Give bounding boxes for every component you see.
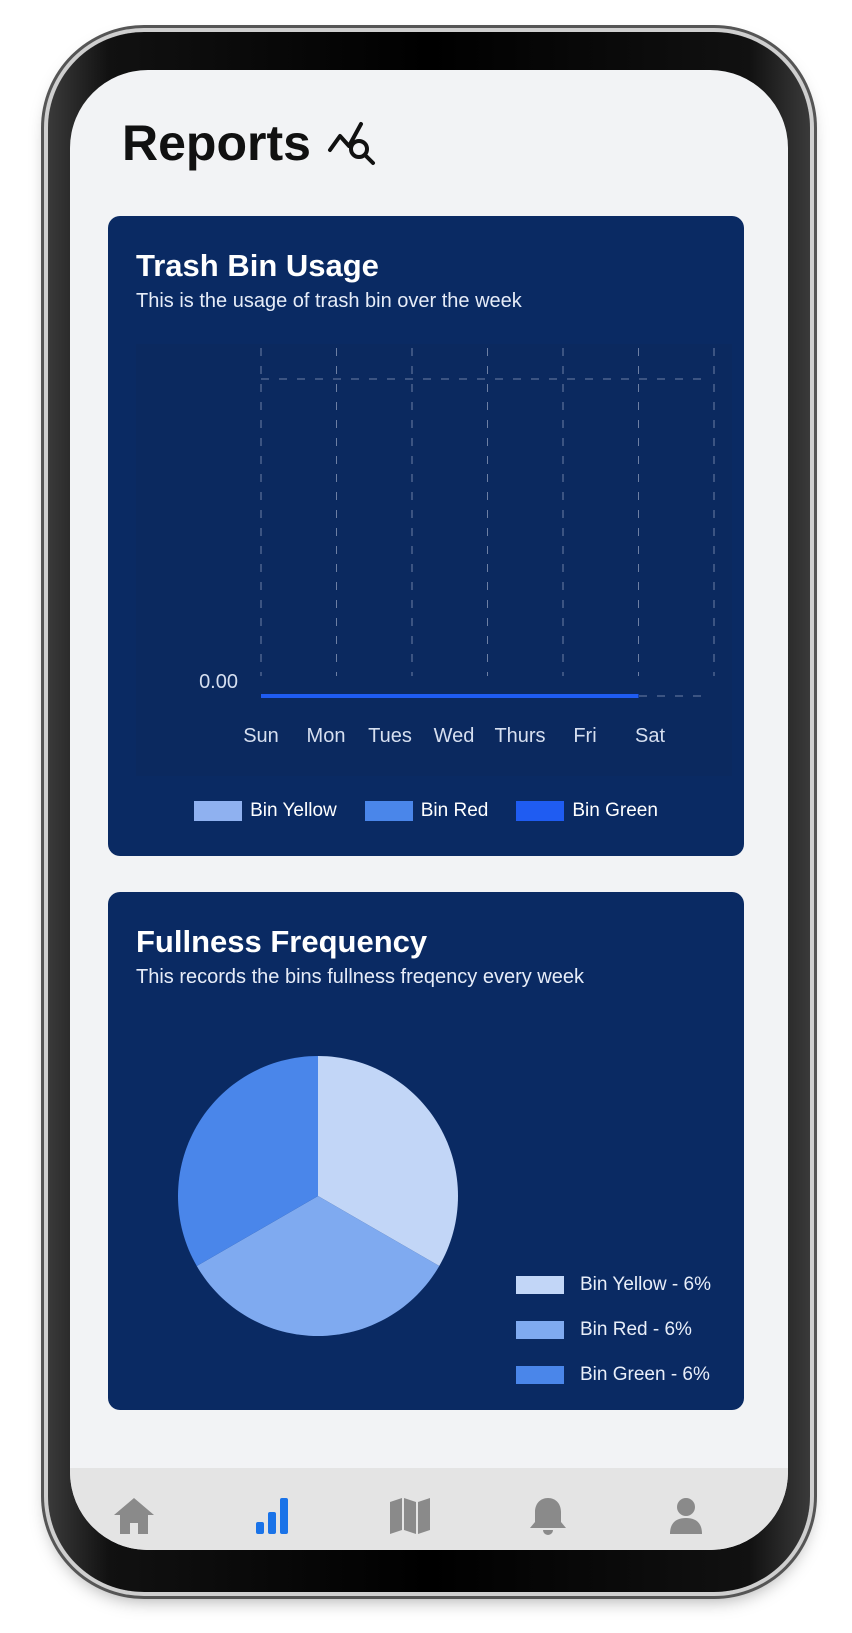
usage-card-subtitle: This is the usage of trash bin over the …	[136, 290, 522, 312]
fullness-pie-chart	[178, 1056, 458, 1336]
legend-label: Bin Yellow - 6%	[580, 1273, 711, 1295]
bell-icon	[530, 1498, 566, 1535]
legend-label: Bin Red - 6%	[580, 1318, 692, 1340]
legend-item: Bin Yellow	[194, 800, 337, 822]
nav-reports[interactable]	[242, 1496, 302, 1540]
legend-swatch	[516, 1365, 564, 1384]
fullness-card-subtitle: This records the bins fullness freqency …	[136, 966, 584, 988]
x-tick-label: Fri	[573, 725, 596, 747]
nav-profile[interactable]	[656, 1496, 716, 1540]
x-tick-label: Wed	[434, 725, 475, 747]
usage-card-title: Trash Bin Usage	[136, 248, 379, 283]
nav-map[interactable]	[380, 1496, 440, 1540]
bottom-nav	[70, 1468, 788, 1550]
page-header: Reports	[122, 114, 377, 172]
legend-item: Bin Green - 6%	[516, 1352, 711, 1397]
legend-label: Bin Red	[420, 800, 489, 821]
legend-item: Bin Green	[516, 800, 658, 822]
legend-item: Bin Red	[364, 800, 489, 822]
nav-home[interactable]	[104, 1496, 164, 1540]
legend-label: Bin Yellow	[250, 800, 337, 821]
legend-swatch	[516, 1320, 564, 1339]
page-title: Reports	[122, 115, 311, 171]
bar-chart-icon	[256, 1498, 288, 1534]
x-tick-label: Sat	[635, 725, 665, 747]
user-icon	[670, 1498, 702, 1534]
legend-item: Bin Red - 6%	[516, 1307, 711, 1352]
x-tick-label: Mon	[307, 725, 346, 747]
map-icon	[390, 1498, 430, 1534]
usage-legend: Bin Yellow Bin Red Bin Green	[108, 800, 744, 822]
x-tick-label: Thurs	[494, 725, 545, 747]
legend-label: Bin Green	[572, 800, 658, 821]
legend-item: Bin Yellow - 6%	[516, 1262, 711, 1307]
legend-swatch	[194, 801, 243, 821]
fullness-card: Fullness Frequency This records the bins…	[108, 892, 744, 1410]
home-icon	[114, 1498, 154, 1534]
legend-swatch	[516, 1275, 564, 1294]
usage-card: Trash Bin Usage This is the usage of tra…	[108, 216, 744, 856]
nav-notifications[interactable]	[518, 1496, 578, 1540]
usage-line-chart: Sun Mon Tues Wed Thurs Fri Sat 0.00	[136, 344, 732, 776]
legend-swatch	[516, 801, 565, 821]
x-tick-label: Sun	[243, 725, 279, 747]
y-tick-label: 0.00	[199, 671, 238, 693]
legend-label: Bin Green - 6%	[580, 1363, 710, 1385]
chart-search-icon	[327, 116, 377, 171]
legend-swatch	[364, 801, 413, 821]
app-screen: Reports Trash Bin Usage This is the usag…	[70, 70, 788, 1550]
phone-frame: Reports Trash Bin Usage This is the usag…	[48, 32, 810, 1592]
fullness-legend: Bin Yellow - 6% Bin Red - 6% Bin Green - 6…	[516, 1262, 711, 1397]
fullness-card-title: Fullness Frequency	[136, 924, 428, 959]
x-tick-label: Tues	[368, 725, 412, 747]
